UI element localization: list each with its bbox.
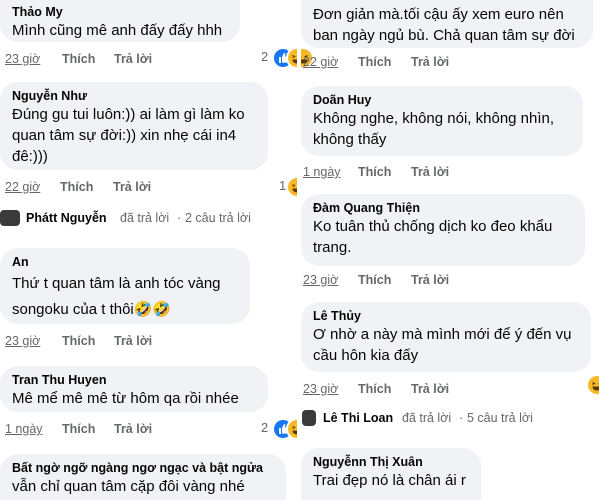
replier-name: Lê Thi Loan — [323, 411, 394, 425]
comment-text: đê:))) — [12, 148, 48, 165]
replied-text: đã trả lời — [402, 411, 452, 425]
comment-text: cầu hôn kia đấy — [313, 347, 419, 364]
reply-link[interactable]: Trả lời — [114, 333, 152, 349]
comment-bubble: Đơn giản mà.tối cậu ấy xem euro nên ban … — [301, 0, 593, 48]
comment-text: quan tâm sự đời:)) xin nhẹ cái in4 — [12, 127, 237, 144]
comment-author[interactable]: Bất ngờ ngỡ ngàng ngơ ngạc và bật ngửa — [12, 460, 274, 476]
comment-author[interactable]: An — [12, 254, 238, 270]
view-replies-link[interactable]: Phátt Nguyễn đã trả lời · 2 câu trả lời — [0, 208, 298, 228]
avatar — [302, 410, 316, 426]
comment-actions: 22 giờ Thích Trả lời — [5, 179, 205, 195]
comment-text: Ơ nhờ a này mà mình mới để ý đến vụ — [313, 326, 572, 343]
comment-bubble: Tran Thu Huyen Mê mể mê mê từ hôm qa rồi… — [0, 366, 268, 412]
comment-bubble: Doãn Huy Không nghe, không nói, không nh… — [301, 86, 583, 156]
comment-text: Không nghe, không nói, không nhìn, — [313, 110, 555, 127]
like-link[interactable]: Thích — [358, 272, 391, 288]
comment-timestamp[interactable]: 23 giờ — [303, 272, 338, 288]
reply-count: 2 câu trả lời — [185, 211, 251, 225]
comment-author[interactable]: Nguyễn Như — [12, 88, 256, 104]
reaction-count[interactable]: 2 — [261, 420, 268, 435]
comment-actions: 23 giờ Thích Trả lời — [5, 333, 205, 349]
like-link[interactable]: Thích — [358, 381, 391, 397]
reply-link[interactable]: Trả lời — [114, 421, 152, 437]
comment-actions: 23 giờ Thích Trả lời — [5, 51, 205, 67]
comment-text: ban ngày ngủ bù. Chả quan tâm sự đời — [313, 27, 575, 44]
comment-text: songoku của t thôi🤣🤣 — [12, 301, 172, 318]
avatar — [0, 210, 20, 226]
reply-link[interactable]: Trả lời — [411, 272, 449, 288]
like-link[interactable]: Thích — [60, 179, 93, 195]
comment-text: Trai đẹp nó là chân ái r — [313, 472, 466, 489]
comment-bubble: Lê Thủy Ơ nhờ a này mà mình mới để ý đến… — [301, 302, 591, 372]
reply-link[interactable]: Trả lời — [411, 54, 449, 70]
comment-bubble: Nguyễnn Thị Xuân Trai đẹp nó là chân ái … — [301, 448, 481, 500]
comment-text: vẫn chỉ quan tâm cặp đôi vàng nhé — [12, 478, 245, 495]
comment-author[interactable]: Nguyễnn Thị Xuân — [313, 454, 469, 470]
comment-text: Đơn giản mà.tối cậu ấy xem euro nên — [313, 6, 564, 23]
reply-count: 5 câu trả lời — [467, 411, 533, 425]
reply-link[interactable]: Trả lời — [411, 381, 449, 397]
comment-author[interactable]: Đàm Quang Thiện — [313, 200, 573, 216]
reaction-count[interactable]: 2 — [261, 49, 268, 64]
reply-link[interactable]: Trả lời — [113, 179, 151, 195]
comment-text: Mình cũng mê anh đấy đấy hhh — [12, 22, 223, 39]
comment-text: không thấy — [313, 131, 387, 148]
comment-timestamp[interactable]: 1 ngày — [303, 164, 341, 180]
comment-bubble: An Thứ t quan tâm là anh tóc vàng songok… — [0, 248, 250, 324]
comment-text: Mê mể mê mê từ hôm qa rồi nhée — [12, 390, 239, 407]
separator: · — [459, 411, 464, 425]
view-replies-link[interactable]: Lê Thi Loan đã trả lời · 5 câu trả lời — [301, 408, 599, 428]
comment-timestamp[interactable]: 22 giờ — [5, 179, 40, 195]
reply-link[interactable]: Trả lời — [114, 51, 152, 67]
comment-actions: 23 giờ Thích Trả lời — [303, 272, 503, 288]
separator: · — [177, 211, 182, 225]
left-comments-column: Thảo My Mình cũng mê anh đấy đấy hhh 2 2… — [0, 0, 298, 500]
like-link[interactable]: Thích — [62, 421, 95, 437]
replied-text: đã trả lời — [120, 211, 170, 225]
comment-author[interactable]: Thảo My — [12, 4, 228, 20]
like-link[interactable]: Thích — [358, 164, 391, 180]
comment-actions: 23 giờ Thích Trả lời — [303, 381, 503, 397]
comment-text: Thứ t quan tâm là anh tóc vàng — [12, 275, 221, 292]
comment-author[interactable]: Lê Thủy — [313, 308, 579, 324]
comment-timestamp[interactable]: 22 giờ — [303, 54, 338, 70]
replier-name: Phátt Nguyễn — [26, 211, 107, 225]
comment-actions: 1 ngày Thích Trả lời — [303, 164, 503, 180]
comment-timestamp[interactable]: 23 giờ — [303, 381, 338, 397]
comment-text: Ko tuân thủ chống dịch ko đeo khẩu — [313, 218, 553, 235]
haha-reaction-icon — [586, 374, 599, 396]
comment-actions: 22 giờ Thích Trả lời — [303, 54, 503, 70]
comment-bubble: Bất ngờ ngỡ ngàng ngơ ngạc và bật ngửa v… — [0, 454, 286, 500]
like-link[interactable]: Thích — [358, 54, 391, 70]
comment-author[interactable]: Tran Thu Huyen — [12, 372, 256, 388]
right-comments-column: Đơn giản mà.tối cậu ấy xem euro nên ban … — [299, 0, 599, 500]
comment-timestamp[interactable]: 23 giờ — [5, 51, 40, 67]
comment-bubble: Nguyễn Như Đúng gu tui luôn:)) ai làm gì… — [0, 82, 268, 170]
comment-timestamp[interactable]: 1 ngày — [5, 421, 43, 437]
reply-link[interactable]: Trả lời — [411, 164, 449, 180]
comment-bubble: Thảo My Mình cũng mê anh đấy đấy hhh — [0, 0, 240, 42]
like-link[interactable]: Thích — [62, 51, 95, 67]
comment-text: trang. — [313, 239, 352, 256]
like-link[interactable]: Thích — [62, 333, 95, 349]
comment-author[interactable]: Doãn Huy — [313, 92, 571, 108]
comment-actions: 1 ngày Thích Trả lời — [5, 421, 205, 437]
comment-timestamp[interactable]: 23 giờ — [5, 333, 40, 349]
comment-bubble: Đàm Quang Thiện Ko tuân thủ chống dịch k… — [301, 194, 585, 266]
comment-text: Đúng gu tui luôn:)) ai làm gì làm ko — [12, 106, 245, 123]
